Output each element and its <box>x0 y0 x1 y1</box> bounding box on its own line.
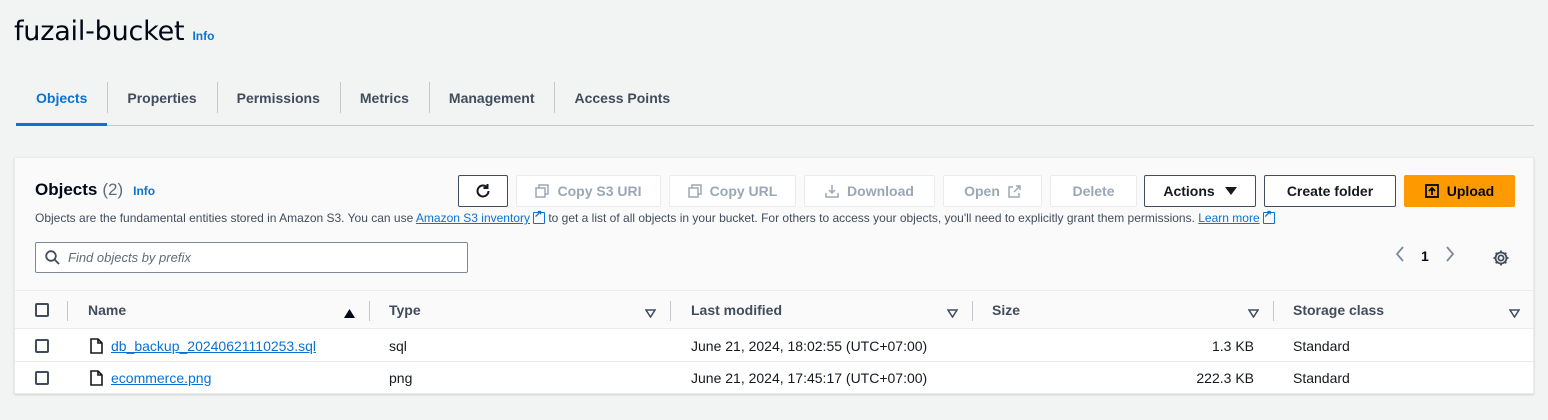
upload-label: Upload <box>1446 183 1495 199</box>
objects-heading: Objects (2) Info <box>35 180 155 200</box>
refresh-icon <box>474 182 492 200</box>
type-cell: sql <box>389 338 407 354</box>
delete-button[interactable]: Delete <box>1050 175 1137 207</box>
page-number[interactable]: 1 <box>1421 248 1429 264</box>
column-divider <box>670 301 671 321</box>
download-button[interactable]: Download <box>804 175 935 207</box>
search-icon <box>45 250 60 265</box>
tab-permissions[interactable]: Permissions <box>216 70 340 125</box>
pagination: 1 <box>1395 246 1455 266</box>
objects-info-link[interactable]: Info <box>133 184 155 198</box>
file-icon <box>90 338 103 354</box>
next-page-icon[interactable] <box>1445 246 1455 266</box>
bucket-name-title: fuzail-bucket <box>14 16 185 47</box>
tab-access-points[interactable]: Access Points <box>554 70 690 125</box>
storage-class-cell: Standard <box>1293 370 1350 386</box>
objects-panel-header: Objects (2) Info Objects are the fundame… <box>15 158 1533 291</box>
external-link-icon <box>1262 209 1275 224</box>
gear-icon[interactable] <box>1492 249 1510 272</box>
upload-icon <box>1424 184 1439 198</box>
row-checkbox[interactable] <box>35 371 49 385</box>
size-cell: 1.3 KB <box>1211 338 1254 354</box>
table-row[interactable]: ecommerce.png png June 21, 2024, 17:45:1… <box>15 362 1533 394</box>
create-folder-button[interactable]: Create folder <box>1264 175 1396 207</box>
upload-button[interactable]: Upload <box>1404 175 1515 207</box>
sort-icon[interactable] <box>1508 305 1521 323</box>
last-modified-cell: June 21, 2024, 17:45:17 (UTC+07:00) <box>691 370 928 386</box>
table-row[interactable]: db_backup_20240621110253.sql sql June 21… <box>15 330 1533 362</box>
search-input[interactable] <box>68 250 448 265</box>
bucket-info-link[interactable]: Info <box>192 29 214 43</box>
table-header: Name Type Last modified Size Storage cla… <box>15 291 1533 329</box>
column-divider <box>972 301 973 321</box>
tab-objects[interactable]: Objects <box>16 70 108 126</box>
previous-page-icon[interactable] <box>1395 246 1405 266</box>
external-link-icon <box>1008 184 1021 198</box>
s3-inventory-link[interactable]: Amazon S3 inventory <box>416 211 530 225</box>
sort-icon[interactable] <box>946 305 959 323</box>
copy-url-button[interactable]: Copy URL <box>669 175 796 207</box>
tab-metrics[interactable]: Metrics <box>339 70 429 125</box>
name-cell: db_backup_20240621110253.sql <box>90 330 316 362</box>
download-icon <box>825 184 839 198</box>
bucket-tabs: Objects Properties Permissions Metrics M… <box>16 70 1534 126</box>
open-button[interactable]: Open <box>943 175 1042 207</box>
caret-down-icon <box>1224 186 1237 196</box>
copy-s3-uri-button[interactable]: Copy S3 URI <box>516 175 661 207</box>
object-name-link[interactable]: ecommerce.png <box>111 370 211 386</box>
actions-label: Actions <box>1163 183 1215 199</box>
download-label: Download <box>847 183 914 199</box>
sort-ascending-icon[interactable] <box>344 305 355 323</box>
select-all-checkbox[interactable] <box>35 303 49 317</box>
open-label: Open <box>964 183 1000 199</box>
objects-panel: Objects (2) Info Objects are the fundame… <box>14 157 1534 394</box>
tab-properties[interactable]: Properties <box>107 70 216 125</box>
column-divider <box>369 301 370 321</box>
description-text-2: to get a list of all objects in your buc… <box>544 211 1199 225</box>
objects-description: Objects are the fundamental entities sto… <box>35 209 1275 225</box>
s3-inventory-link-label: Amazon S3 inventory <box>415 211 530 225</box>
actions-dropdown[interactable]: Actions <box>1144 175 1256 207</box>
object-name-link[interactable]: db_backup_20240621110253.sql <box>111 338 316 354</box>
column-header-size[interactable]: Size <box>992 291 1020 329</box>
delete-label: Delete <box>1072 183 1115 199</box>
column-header-last-modified[interactable]: Last modified <box>691 291 782 329</box>
refresh-button[interactable] <box>458 175 508 207</box>
sort-icon[interactable] <box>644 305 657 323</box>
column-divider <box>1273 301 1274 321</box>
external-link-icon <box>532 209 545 224</box>
learn-more-link[interactable]: Learn more <box>1198 211 1259 225</box>
sort-icon[interactable] <box>1247 305 1260 323</box>
copy-icon <box>687 184 702 198</box>
name-cell: ecommerce.png <box>90 362 211 394</box>
page-header: fuzail-bucket Info <box>14 16 214 47</box>
objects-title: Objects <box>35 180 98 199</box>
search-box <box>35 242 468 273</box>
column-divider <box>67 301 68 321</box>
learn-more-link-label: Learn more <box>1198 211 1260 225</box>
create-folder-label: Create folder <box>1286 183 1374 199</box>
storage-class-cell: Standard <box>1293 338 1350 354</box>
column-header-type[interactable]: Type <box>389 291 421 329</box>
objects-count: (2) <box>102 180 124 199</box>
copy-icon <box>535 184 550 198</box>
file-icon <box>90 370 103 386</box>
description-text-1: Objects are the fundamental entities sto… <box>35 211 416 225</box>
last-modified-cell: June 21, 2024, 18:02:55 (UTC+07:00) <box>691 338 928 354</box>
column-header-storage-class[interactable]: Storage class <box>1293 291 1384 329</box>
column-header-name[interactable]: Name <box>88 291 126 329</box>
size-cell: 222.3 KB <box>1196 370 1254 386</box>
type-cell: png <box>389 370 413 386</box>
tab-management[interactable]: Management <box>428 70 555 125</box>
copy-url-label: Copy URL <box>709 183 778 199</box>
row-checkbox[interactable] <box>35 339 49 353</box>
copy-s3-uri-label: Copy S3 URI <box>557 183 642 199</box>
